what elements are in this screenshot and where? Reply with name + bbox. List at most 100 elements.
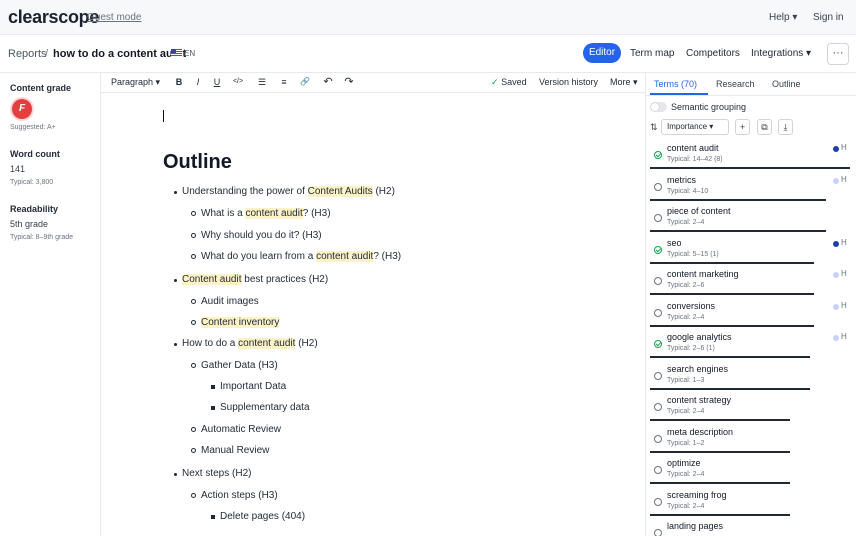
integrations-menu[interactable]: Integrations ▾: [751, 48, 811, 59]
bullet-list-icon[interactable]: ☰: [256, 76, 268, 88]
version-history-button[interactable]: Version history: [539, 77, 598, 87]
word-count-label: Word count: [10, 149, 60, 159]
term-name: metrics: [667, 174, 696, 185]
undo-icon[interactable]: ↶: [322, 76, 334, 88]
bullet-icon: [191, 448, 196, 453]
term-map-tab[interactable]: Term map: [630, 48, 674, 59]
term-typical: Typical: 2–4: [667, 408, 705, 415]
outline-line[interactable]: Manual Review: [201, 445, 269, 456]
readability-typical: Typical: 8–9th grade: [10, 234, 74, 241]
term-row[interactable]: content marketing Typical: 2–6 H: [646, 268, 856, 299]
term-row[interactable]: search engines Typical: 1–3: [646, 363, 856, 394]
term-row[interactable]: seo Typical: 5–15 (1) H: [646, 237, 856, 268]
redo-icon[interactable]: ↷: [343, 76, 355, 88]
bullet-icon: [191, 427, 196, 432]
circle-icon: [654, 529, 662, 536]
term-row[interactable]: screaming frog Typical: 2–4: [646, 489, 856, 520]
term-progress-bar: [650, 293, 814, 295]
term-row[interactable]: content audit Typical: 14–42 (8) H: [646, 142, 856, 173]
term-row[interactable]: landing pages: [646, 520, 856, 536]
term-typical: Typical: 14–42 (8): [667, 156, 723, 163]
outline-line[interactable]: Supplementary data: [220, 402, 310, 413]
circle-icon: [654, 182, 662, 191]
outline-line[interactable]: Content audit best practices (H2): [182, 274, 328, 285]
document-heading[interactable]: Outline: [163, 151, 232, 174]
term-row[interactable]: optimize Typical: 2–4: [646, 457, 856, 488]
italic-icon[interactable]: I: [192, 76, 204, 88]
heading-usage-dot-icon: [833, 335, 839, 341]
bullet-icon: [191, 363, 196, 368]
sort-icon[interactable]: ⇅: [650, 122, 658, 133]
circle-icon: [654, 308, 662, 317]
bold-icon[interactable]: B: [173, 76, 185, 88]
sort-select[interactable]: Importance ▾: [661, 119, 729, 135]
add-term-icon[interactable]: +: [735, 119, 750, 135]
outline-line[interactable]: How to do a content audit (H2): [182, 338, 318, 349]
content-metrics-panel: Content grade F Suggested: A+ Word count…: [0, 73, 101, 536]
term-row[interactable]: google analytics Typical: 2–6 (1) H: [646, 331, 856, 362]
term-name: content audit: [667, 143, 719, 153]
outline-line[interactable]: Understanding the power of Content Audit…: [182, 186, 395, 197]
term-typical: Typical: 5–15 (1): [667, 250, 719, 258]
term-progress-bar: [650, 419, 790, 421]
term-progress-bar: [650, 324, 814, 327]
download-icon[interactable]: ⤓: [778, 119, 793, 135]
tab-research[interactable]: Research: [716, 79, 755, 89]
guest-mode-link[interactable]: Guest mode: [87, 12, 141, 23]
paragraph-label: Paragraph: [111, 77, 154, 87]
more-options-button[interactable]: ···: [827, 43, 849, 65]
tab-outline[interactable]: Outline: [772, 79, 801, 89]
outline-line[interactable]: Automatic Review: [201, 424, 281, 435]
sign-in-link[interactable]: Sign in: [813, 12, 844, 23]
report-title: how to do a content audit: [53, 48, 187, 60]
bullet-icon: [211, 406, 215, 410]
document-editor[interactable]: Outline Understanding the power of Conte…: [101, 93, 645, 536]
help-menu[interactable]: Help ▾: [769, 12, 797, 23]
competitors-tab[interactable]: Competitors: [686, 48, 740, 59]
editor-tab-button[interactable]: Editor: [583, 43, 621, 63]
term-row[interactable]: conversions Typical: 2–4 H: [646, 300, 856, 331]
help-label: Help: [769, 12, 790, 23]
semantic-grouping-toggle[interactable]: [650, 102, 667, 112]
copy-icon[interactable]: ⧉: [757, 119, 772, 135]
outline-line[interactable]: Audit images: [201, 296, 259, 307]
terms-panel: Terms (70) Research Outline Semantic gro…: [645, 73, 856, 536]
outline-line[interactable]: Delete pages (404): [220, 511, 305, 522]
more-menu[interactable]: More ▾: [610, 77, 638, 88]
term-row[interactable]: content strategy Typical: 2–4: [646, 394, 856, 425]
term-progress-bar: [650, 450, 790, 453]
ordered-list-icon[interactable]: ≡: [278, 76, 290, 88]
link-icon[interactable]: 🔗: [299, 76, 311, 88]
tab-terms[interactable]: Terms (70): [654, 79, 697, 89]
report-header: Reports / how to do a content audit EN E…: [0, 35, 856, 73]
check-circle-icon: [654, 151, 662, 159]
term-row[interactable]: piece of content Typical: 2–4: [646, 205, 856, 236]
outline-line[interactable]: Important Data: [220, 381, 286, 392]
check-icon: ✓: [491, 77, 499, 87]
bullet-icon: [174, 473, 177, 476]
heading-usage-dot-icon: [833, 177, 839, 184]
term-name: content marketing: [667, 269, 739, 279]
paragraph-style-dropdown[interactable]: Paragraph ▾: [111, 77, 160, 88]
outline-line[interactable]: What is a content audit? (H3): [201, 208, 331, 219]
bullet-icon: [191, 233, 196, 238]
breadcrumb-reports[interactable]: Reports: [8, 48, 47, 60]
underline-icon[interactable]: U: [211, 76, 223, 88]
language-label: EN: [184, 49, 196, 58]
outline-line[interactable]: Why should you do it? (H3): [201, 230, 322, 241]
term-row[interactable]: meta description Typical: 1–2: [646, 426, 856, 457]
outline-line[interactable]: Action steps (H3): [201, 490, 278, 501]
term-name: content strategy: [667, 395, 732, 405]
outline-line[interactable]: Gather Data (H3): [201, 360, 278, 371]
outline-line[interactable]: Content inventory: [201, 317, 280, 328]
word-count-typical: Typical: 3,800: [10, 179, 54, 186]
term-name: search engines: [667, 363, 729, 374]
clearscope-logo[interactable]: clearscope: [8, 7, 99, 28]
heading-indicator: H: [841, 332, 847, 341]
term-name: conversions: [667, 300, 716, 311]
outline-line[interactable]: What do you learn from a content audit? …: [201, 251, 401, 262]
code-icon[interactable]: </>: [232, 76, 244, 88]
term-row[interactable]: metrics Typical: 4–10 H: [646, 174, 856, 205]
outline-line[interactable]: Next steps (H2): [182, 468, 251, 479]
chevron-down-icon: ▾: [709, 122, 714, 131]
